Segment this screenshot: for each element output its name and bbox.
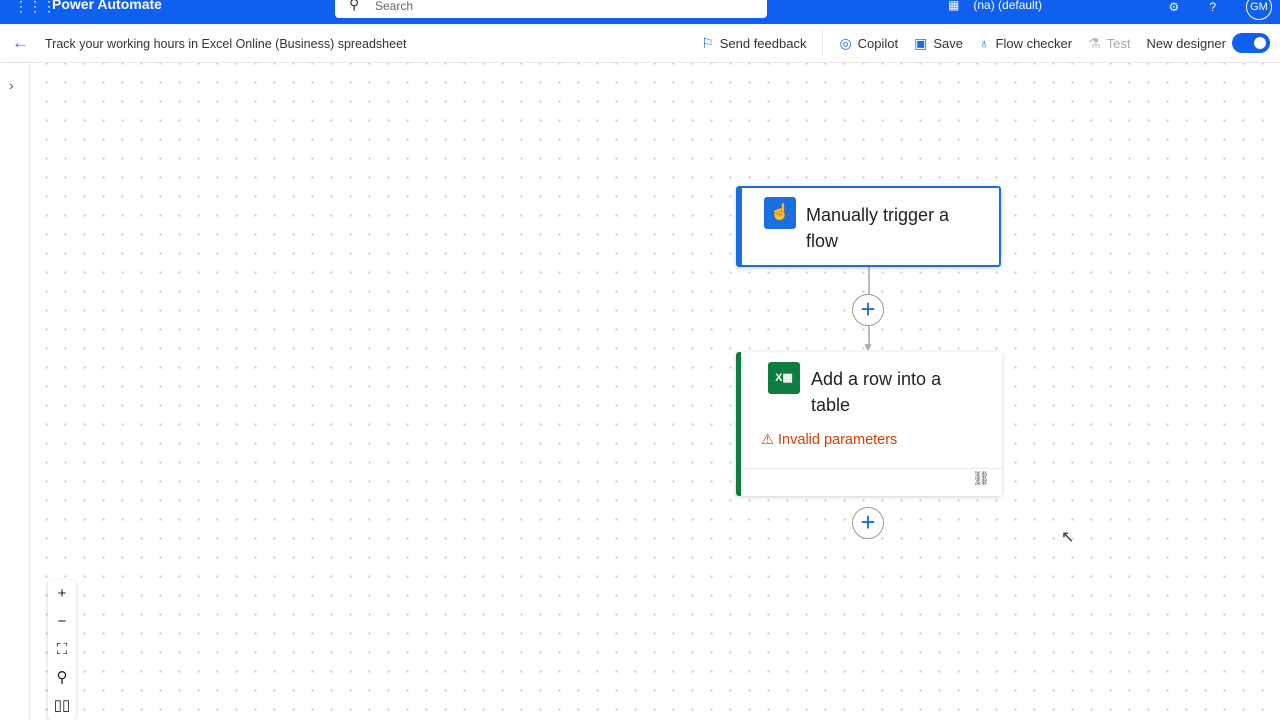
save-button[interactable]: ▣ Save bbox=[914, 35, 963, 52]
command-bar: ← Track your working hours in Excel Onli… bbox=[0, 24, 1280, 63]
copilot-label: Copilot bbox=[857, 35, 899, 51]
app-name[interactable]: Power Automate bbox=[52, 0, 162, 12]
new-designer-toggle-group: New designer bbox=[1146, 33, 1270, 53]
chevron-right-icon[interactable]: › bbox=[9, 77, 14, 93]
help-icon[interactable]: ? bbox=[1209, 0, 1216, 14]
excel-icon: X▦ bbox=[768, 362, 800, 394]
zoom-in-button[interactable]: + bbox=[48, 580, 76, 608]
avatar[interactable]: GM bbox=[1246, 0, 1272, 20]
card-footer-divider bbox=[741, 468, 1002, 469]
settings-icon[interactable]: ⚙ bbox=[1169, 0, 1180, 14]
action-card[interactable]: X▦ Add a row into a table ⚠ Invalid para… bbox=[736, 352, 1002, 496]
touch-hand-icon: ☝ bbox=[764, 197, 796, 229]
error-text: Invalid parameters bbox=[778, 432, 898, 448]
minimap-icon[interactable]: ▯▯ bbox=[48, 692, 76, 720]
flow-checker-button[interactable]: ♁ Flow checker bbox=[979, 35, 1072, 51]
flow-title: Track your working hours in Excel Online… bbox=[45, 37, 407, 51]
environment-picker[interactable]: ▦ (na) (default) bbox=[948, 0, 1042, 12]
stethoscope-icon: ♁ bbox=[979, 35, 990, 51]
search-canvas-icon[interactable]: ⚲ bbox=[48, 664, 76, 692]
mouse-cursor-icon: ↖ bbox=[1061, 529, 1075, 546]
connector-line bbox=[868, 267, 870, 295]
back-arrow-icon[interactable]: ← bbox=[12, 33, 29, 53]
side-panel: › bbox=[0, 63, 30, 720]
divider bbox=[822, 28, 824, 58]
new-designer-toggle[interactable] bbox=[1232, 33, 1270, 53]
test-button[interactable]: ⚗ Test bbox=[1088, 35, 1130, 52]
error-message: ⚠ Invalid parameters bbox=[761, 432, 897, 448]
insert-step-button[interactable]: + bbox=[852, 294, 884, 326]
search-placeholder: Search bbox=[375, 0, 414, 13]
search-icon: ⚲ bbox=[349, 0, 360, 12]
environment-label: (na) (default) bbox=[973, 0, 1043, 12]
copilot-button[interactable]: ◎ Copilot bbox=[839, 35, 898, 52]
action-title: Add a row into a table bbox=[811, 369, 942, 415]
environment-icon: ▦ bbox=[948, 0, 960, 12]
add-step-button[interactable]: + bbox=[852, 507, 884, 539]
save-label: Save bbox=[933, 35, 964, 51]
zoom-out-button[interactable]: − bbox=[48, 608, 76, 636]
save-icon: ▣ bbox=[914, 34, 928, 51]
send-feedback-label: Send feedback bbox=[719, 35, 807, 51]
flow-canvas[interactable] bbox=[31, 63, 1280, 720]
search-input[interactable]: ⚲ Search bbox=[335, 0, 767, 18]
copilot-icon: ◎ bbox=[839, 34, 852, 51]
warning-icon: ⚠ bbox=[761, 432, 774, 448]
trigger-title: Manually trigger a flow bbox=[806, 205, 950, 251]
feedback-icon: ⚐ bbox=[701, 34, 714, 51]
send-feedback-button[interactable]: ⚐ Send feedback bbox=[701, 35, 806, 52]
connection-link-icon[interactable]: ⛓ bbox=[972, 470, 990, 487]
new-designer-label: New designer bbox=[1146, 35, 1227, 51]
app-launcher-icon[interactable]: ⋮⋮⋮ bbox=[14, 0, 56, 13]
flow-checker-label: Flow checker bbox=[995, 35, 1073, 51]
flask-icon: ⚗ bbox=[1088, 34, 1101, 51]
trigger-card[interactable]: ☝ Manually trigger a flow bbox=[736, 186, 1001, 267]
top-bar: ⋮⋮⋮ Power Automate ⚲ Search ▦ (na) (defaul… bbox=[0, 0, 1280, 24]
zoom-controls: + − ⛶ ⚲ ▯▯ bbox=[48, 580, 76, 720]
test-label: Test bbox=[1106, 35, 1131, 51]
fit-view-button[interactable]: ⛶ bbox=[48, 636, 76, 664]
